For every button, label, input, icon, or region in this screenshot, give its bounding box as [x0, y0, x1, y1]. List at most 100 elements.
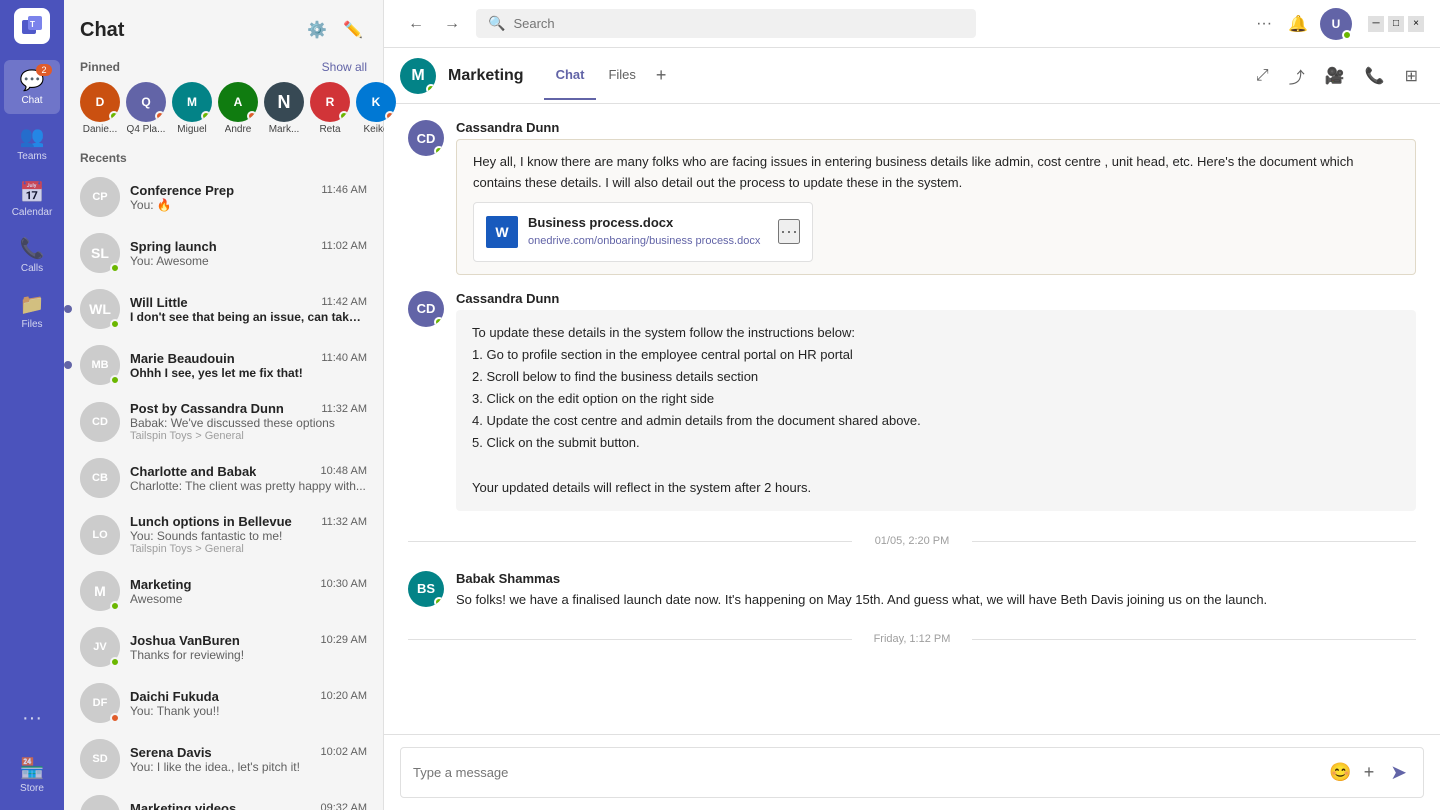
msg-line-2: 2. Scroll below to find the business det…	[472, 366, 1400, 388]
filter-button[interactable]: ⚙️	[303, 16, 331, 44]
msg-sender-status-2	[434, 317, 444, 327]
channel-avatar: M	[400, 58, 436, 94]
msg-body-cassandra-1: Cassandra Dunn Hey all, I know there are…	[456, 120, 1416, 275]
channel-name: Marketing	[448, 67, 524, 85]
nav-calendar-label: Calendar	[12, 207, 53, 218]
notifications-button[interactable]: 🔔	[1284, 10, 1312, 38]
msg-header-3: Babak Shammas	[456, 571, 1416, 586]
popout-button[interactable]: ⤢	[1250, 58, 1275, 94]
file-attachment[interactable]: W Business process.docx onedrive.com/onb…	[473, 202, 813, 262]
forward-button[interactable]: →	[436, 11, 468, 37]
chat-item-post-cassandra[interactable]: CD Post by Cassandra Dunn 11:32 AM Babak…	[68, 393, 379, 450]
more-options-button[interactable]: ···	[1252, 11, 1276, 37]
chat-item-marketing-videos[interactable]: MV Marketing videos 09:32 AM You: Great …	[68, 787, 379, 810]
app-logo[interactable]: T	[14, 8, 50, 44]
nav-files-label: Files	[21, 319, 42, 330]
msg-sender-name-3: Babak Shammas	[456, 571, 560, 586]
msg-avatar-cassandra-2: CD	[408, 291, 444, 327]
msg-bubble-warm: Hey all, I know there are many folks who…	[456, 139, 1416, 275]
calls-icon: 📞	[20, 236, 45, 261]
sidebar: Chat ⚙️ ✏️ Pinned Show all D Danie... Q …	[64, 0, 384, 810]
add-tab-button[interactable]: +	[648, 51, 675, 100]
minimize-button[interactable]: ─	[1368, 16, 1384, 32]
back-button[interactable]: ←	[400, 11, 432, 37]
nav-item-calendar[interactable]: 📅 Calendar	[4, 172, 60, 226]
channel-status-dot	[426, 84, 436, 94]
attach-button[interactable]: +	[1360, 758, 1379, 787]
pinned-avatar-miguel[interactable]: M Miguel	[172, 82, 212, 135]
msg-sender-name: Cassandra Dunn	[456, 120, 559, 135]
date-separator-1: 01/05, 2:20 PM	[408, 535, 1416, 547]
top-bar: ← → 🔍 ··· 🔔 U ─ □ ×	[384, 0, 1440, 48]
layout-button[interactable]: ⊞	[1399, 58, 1424, 94]
chat-item-marie[interactable]: MB Marie Beaudouin 11:40 AM Ohhh I see, …	[68, 337, 379, 393]
nav-item-more[interactable]: ···	[4, 699, 60, 740]
pinned-avatar-mark[interactable]: N Mark...	[264, 82, 304, 135]
sidebar-actions: ⚙️ ✏️	[303, 16, 367, 44]
nav-item-calls[interactable]: 📞 Calls	[4, 228, 60, 282]
chat-item-will-little[interactable]: WL Will Little 11:42 AM I don't see that…	[68, 281, 379, 337]
new-chat-button[interactable]: ✏️	[339, 16, 367, 44]
file-name: Business process.docx	[528, 213, 768, 234]
tab-files[interactable]: Files	[596, 51, 647, 100]
channel-tabs: Chat Files +	[544, 51, 675, 100]
nav-item-chat[interactable]: 2 💬 Chat	[4, 60, 60, 114]
message-input[interactable]	[413, 765, 1317, 780]
emoji-button[interactable]: 😊	[1325, 758, 1355, 787]
send-button[interactable]: ➤	[1386, 756, 1411, 789]
msg-line-5: 5. Click on the submit button.	[472, 432, 1400, 454]
video-button[interactable]: 🎥	[1319, 58, 1351, 94]
message-group-cassandra-2: CD Cassandra Dunn To update these detail…	[408, 291, 1416, 511]
chat-item-conference-prep[interactable]: CP Conference Prep 11:46 AM You: 🔥	[68, 169, 379, 225]
pinned-avatars: D Danie... Q Q4 Pla... M Miguel A Andre …	[80, 82, 367, 135]
maximize-button[interactable]: □	[1388, 16, 1404, 32]
msg-line-3: 3. Click on the edit option on the right…	[472, 388, 1400, 410]
file-info: Business process.docx onedrive.com/onboa…	[528, 213, 768, 251]
close-button[interactable]: ×	[1408, 16, 1424, 32]
msg-header-2: Cassandra Dunn	[456, 291, 1416, 306]
chat-item-charlotte-babak[interactable]: CB Charlotte and Babak 10:48 AM Charlott…	[68, 450, 379, 506]
chat-item-spring-launch[interactable]: SL Spring launch 11:02 AM You: Awesome	[68, 225, 379, 281]
chat-item-marketing[interactable]: M Marketing 10:30 AM Awesome	[68, 563, 379, 619]
files-icon: 📁	[20, 292, 45, 317]
msg-header: Cassandra Dunn	[456, 120, 1416, 135]
channel-header: M Marketing Chat Files + ⤢ ⤴ 🎥 📞 ⊞	[384, 48, 1440, 104]
msg-sender-status-3	[434, 597, 444, 607]
nav-item-files[interactable]: 📁 Files	[4, 284, 60, 338]
show-all-button[interactable]: Show all	[322, 60, 367, 74]
chat-item-joshua[interactable]: JV Joshua VanBuren 10:29 AM Thanks for r…	[68, 619, 379, 675]
chat-item-lunch-options[interactable]: LO Lunch options in Bellevue 11:32 AM Yo…	[68, 506, 379, 563]
pinned-avatar-reta[interactable]: R Reta	[310, 82, 350, 135]
msg-avatar-cassandra: CD	[408, 120, 444, 156]
sidebar-header: Chat ⚙️ ✏️	[64, 0, 383, 52]
teams-icon: 👥	[20, 124, 45, 149]
chat-item-serena[interactable]: SD Serena Davis 10:02 AM You: I like the…	[68, 731, 379, 787]
message-input-box: 😊 + ➤	[400, 747, 1424, 798]
tab-chat[interactable]: Chat	[544, 51, 597, 100]
search-bar[interactable]: 🔍	[476, 9, 976, 38]
msg-line-1: 1. Go to profile section in the employee…	[472, 344, 1400, 366]
user-avatar[interactable]: U	[1320, 8, 1352, 40]
pinned-avatar-q4pla[interactable]: Q Q4 Pla...	[126, 82, 166, 135]
msg-sender-status	[434, 146, 444, 156]
nav-arrows: ← →	[400, 11, 468, 37]
phone-button[interactable]: 📞	[1359, 58, 1391, 94]
pinned-avatar-danie[interactable]: D Danie...	[80, 82, 120, 135]
msg-avatar-babak: BS	[408, 571, 444, 607]
pinned-label: Pinned	[80, 60, 120, 74]
chat-list: CP Conference Prep 11:46 AM You: 🔥 SL Sp…	[64, 169, 383, 810]
sidebar-title: Chat	[80, 19, 124, 42]
msg-line-4: 4. Update the cost centre and admin deta…	[472, 410, 1400, 432]
recents-label: Recents	[64, 143, 383, 169]
msg-line-6: Your updated details will reflect in the…	[472, 477, 1400, 499]
file-more-button[interactable]: ···	[778, 219, 800, 244]
nav-item-store[interactable]: 🏪 Store	[4, 748, 60, 802]
msg-body-cassandra-2: Cassandra Dunn To update these details i…	[456, 291, 1416, 511]
chat-item-daichi[interactable]: DF Daichi Fukuda 10:20 AM You: Thank you…	[68, 675, 379, 731]
pinned-avatar-andre[interactable]: A Andre	[218, 82, 258, 135]
message-input-area: 😊 + ➤	[384, 734, 1440, 810]
search-icon: 🔍	[488, 15, 505, 32]
share-button[interactable]: ⤴	[1283, 58, 1311, 94]
search-input[interactable]	[513, 16, 964, 31]
nav-item-teams[interactable]: 👥 Teams	[4, 116, 60, 170]
